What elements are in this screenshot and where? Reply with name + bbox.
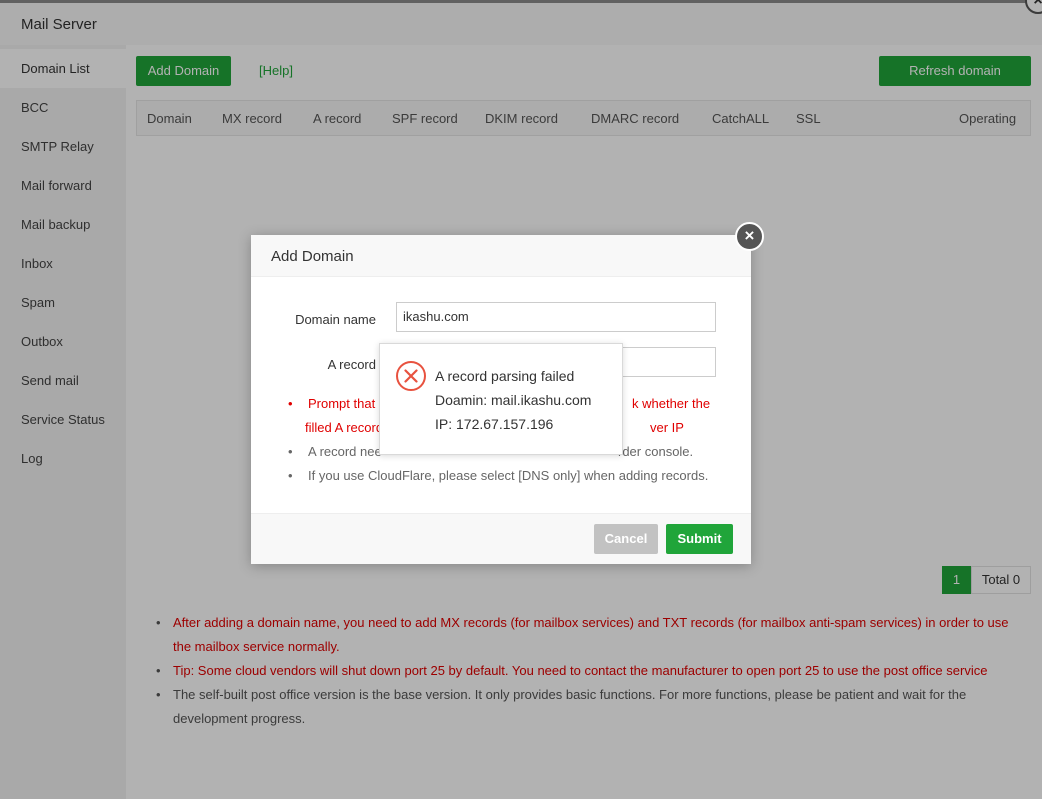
tip-a-record-text-a: A record nee <box>308 444 382 459</box>
tip-prompt-text-a: Prompt that <box>308 396 376 411</box>
toast-message: A record parsing failed <box>435 368 575 384</box>
dialog-header: Add Domain <box>251 235 751 277</box>
error-circle-x-icon <box>396 361 426 391</box>
tip-a-record-text-b: rder console. <box>618 444 694 459</box>
domain-name-label: Domain name <box>295 312 376 327</box>
cancel-button[interactable]: Cancel <box>594 524 658 554</box>
tip-cloudflare-line: • If you use CloudFlare, please select [… <box>288 464 718 488</box>
dialog-footer: Cancel Submit <box>251 513 751 564</box>
toast-ip: IP: 172.67.157.196 <box>435 416 554 432</box>
a-record-label: A record <box>327 357 376 372</box>
tip-cloudflare-text: If you use CloudFlare, please select [DN… <box>308 468 709 483</box>
error-toast: A record parsing failed Doamin: mail.ika… <box>379 343 623 455</box>
domain-name-input[interactable]: ikashu.com <box>396 302 716 332</box>
toast-domain: Doamin: mail.ikashu.com <box>435 392 592 408</box>
tip-prompt-text-b: k whether the <box>632 396 711 411</box>
submit-button[interactable]: Submit <box>666 524 733 554</box>
dialog-title: Add Domain <box>271 248 354 265</box>
tip-prompt-text-d: ver IP <box>650 420 684 435</box>
dialog-close-icon[interactable]: × <box>735 222 764 251</box>
